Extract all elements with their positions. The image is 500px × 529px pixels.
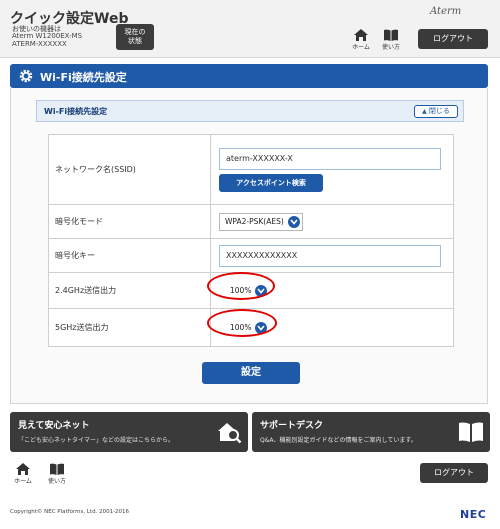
chevron-up-icon: ▲ xyxy=(422,108,427,115)
submit-button[interactable]: 設定 xyxy=(202,362,300,384)
power-5ghz-value: 100% xyxy=(230,323,252,332)
device-name: ATERM-XXXXXX xyxy=(12,40,67,48)
chevron-down-icon xyxy=(255,321,268,334)
safety-net-title: 見えて安心ネット xyxy=(18,421,90,431)
close-label: 閉じる xyxy=(428,107,450,115)
home-icon xyxy=(354,29,368,41)
encryption-mode-value: WPA2-PSK(AES) xyxy=(225,217,284,226)
section-title: Wi-Fi接続先設定 xyxy=(44,107,108,116)
help-button[interactable]: 使い方 xyxy=(378,28,404,51)
ssid-label: ネットワーク名(SSID) xyxy=(48,134,211,205)
home-button[interactable]: ホーム xyxy=(348,28,374,51)
chevron-down-icon xyxy=(287,215,300,228)
footer-help-button[interactable]: 使い方 xyxy=(44,462,70,485)
current-status-button[interactable]: 現在の 状態 xyxy=(116,24,154,50)
book-icon xyxy=(50,463,64,475)
copyright: Copyright© NEC Platforms, Ltd. 2001-2016 xyxy=(10,509,130,515)
support-desk-title: サポートデスク xyxy=(260,421,324,431)
power-5ghz-label: 5GHz送信出力 xyxy=(48,308,211,347)
safety-net-card[interactable]: 見えて安心ネット 「こども安心ネットタイマー」などの設定はこちらから。 xyxy=(10,412,248,452)
encryption-mode-label: 暗号化モード xyxy=(48,204,211,239)
house-search-icon xyxy=(218,423,242,444)
footer-help-label: 使い方 xyxy=(47,478,66,485)
power-5ghz-select[interactable]: 100% xyxy=(225,318,270,337)
ap-search-button[interactable]: アクセスポイント検索 xyxy=(219,173,323,192)
book-icon xyxy=(384,29,398,41)
support-desk-card[interactable]: サポートデスク Q&A、機能別設定ガイドなどの情報をご案内しています。 xyxy=(252,412,490,452)
home-icon xyxy=(16,463,30,475)
power-24ghz-select[interactable]: 100% xyxy=(225,281,270,300)
encryption-mode-select[interactable]: WPA2-PSK(AES) xyxy=(219,212,303,231)
settings-table: ネットワーク名(SSID) aterm-XXXXXX-X アクセスポイント検索 … xyxy=(48,134,454,347)
logout-button[interactable]: ログアウト xyxy=(418,29,488,49)
close-section-button[interactable]: ▲ 閉じる xyxy=(414,105,458,118)
encryption-key-label: 暗号化キー xyxy=(48,238,211,273)
chevron-down-icon xyxy=(255,284,268,297)
home-label: ホーム xyxy=(352,44,370,51)
help-label: 使い方 xyxy=(381,44,400,51)
encryption-key-input[interactable]: XXXXXXXXXXXXX xyxy=(219,244,441,267)
gear-icon xyxy=(19,69,33,83)
nec-logo: NEC xyxy=(460,508,487,521)
footer-logout-button[interactable]: ログアウト xyxy=(420,463,488,483)
support-desk-desc: Q&A、機能別設定ガイドなどの情報をご案内しています。 xyxy=(260,437,417,444)
power-24ghz-label: 2.4GHz送信出力 xyxy=(48,272,211,309)
page-title: Wi-Fi接続先設定 xyxy=(40,71,127,84)
device-model: Aterm W1200EX-MS xyxy=(12,32,83,40)
safety-net-desc: 「こども安心ネットタイマー」などの設定はこちらから。 xyxy=(18,437,175,444)
power-24ghz-value: 100% xyxy=(230,286,252,295)
footer-home-button[interactable]: ホーム xyxy=(10,462,36,485)
book-icon xyxy=(459,422,483,442)
ssid-input[interactable]: aterm-XXXXXX-X xyxy=(219,147,441,170)
aterm-logo: Aterm xyxy=(430,6,462,17)
footer-home-label: ホーム xyxy=(14,478,32,485)
